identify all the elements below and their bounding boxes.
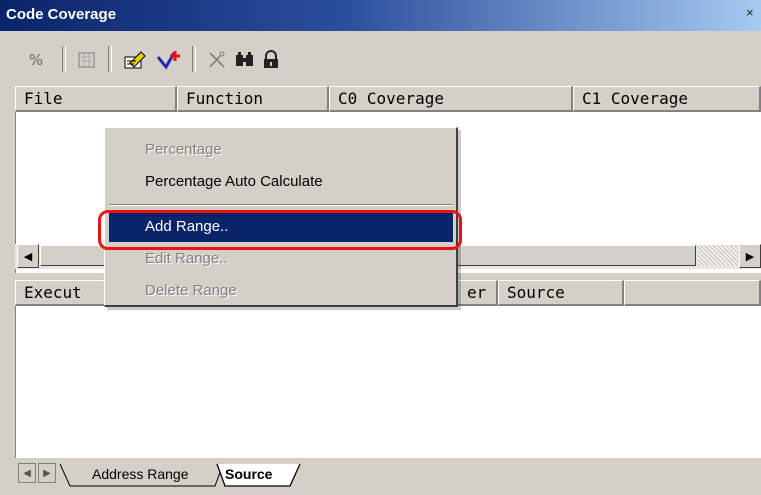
auto-calculate-button[interactable] <box>74 47 100 73</box>
tab-source[interactable]: Source <box>219 462 278 486</box>
menu-item-delete-range[interactable]: Delete Range <box>145 282 237 299</box>
auto-calculate-icon <box>78 52 95 68</box>
column-header-source[interactable]: Source <box>498 280 624 306</box>
toolbar <box>0 31 761 86</box>
code-coverage-window: Code Coverage × % File Function C0 Cover… <box>0 0 761 495</box>
find-button[interactable] <box>232 47 258 73</box>
column-header-c0-coverage[interactable]: C0 Coverage <box>329 86 573 112</box>
scroll-left-icon: ◀ <box>23 249 33 263</box>
tab-scroll-left-button[interactable]: ◀ <box>18 463 36 483</box>
scroll-right-icon: ▶ <box>745 249 755 263</box>
title-bar[interactable]: Code Coverage × <box>0 0 761 31</box>
add-range-button[interactable] <box>120 47 150 73</box>
scroll-left-button[interactable]: ◀ <box>17 244 39 268</box>
window-title: Code Coverage <box>6 6 117 23</box>
tab-scroll-right-icon: ▶ <box>43 467 51 479</box>
toolbar-separator <box>62 46 66 72</box>
tab-scroll-right-button[interactable]: ▶ <box>38 463 56 483</box>
lock-button[interactable] <box>258 47 284 73</box>
scroll-right-button[interactable]: ▶ <box>739 244 761 268</box>
clear-icon <box>209 51 225 68</box>
column-header-c1-coverage[interactable]: C1 Coverage <box>573 86 761 112</box>
percentage-button[interactable]: % <box>22 47 50 73</box>
add-range-icon <box>124 51 146 69</box>
column-header-file[interactable]: File <box>15 86 177 112</box>
column-header-empty[interactable] <box>624 280 761 306</box>
lock-icon <box>264 50 278 68</box>
percent-label: % <box>28 51 44 69</box>
menu-separator <box>109 204 453 206</box>
column-header-line-number[interactable]: er <box>456 280 498 306</box>
highlight-callout-ring <box>98 210 462 250</box>
column-header-function[interactable]: Function <box>177 86 329 112</box>
menu-item-edit-range[interactable]: Edit Range.. <box>145 250 228 267</box>
tab-scroll-left-icon: ◀ <box>23 467 31 479</box>
toolbar-separator <box>108 46 112 72</box>
close-icon[interactable]: × <box>746 5 761 25</box>
add-range-plus-icon <box>156 51 180 70</box>
scroll-track[interactable] <box>697 245 739 266</box>
toolbar-separator <box>192 46 196 72</box>
clear-button[interactable] <box>204 47 230 73</box>
add-range-plus-button[interactable] <box>154 47 184 73</box>
tab-address-range[interactable]: Address Range <box>82 462 199 486</box>
menu-item-percentage-auto-calculate[interactable]: Percentage Auto Calculate <box>145 173 323 190</box>
menu-item-percentage[interactable]: Percentage <box>145 141 222 158</box>
find-icon <box>236 52 253 66</box>
column-header-executed[interactable]: Execut <box>15 280 115 306</box>
